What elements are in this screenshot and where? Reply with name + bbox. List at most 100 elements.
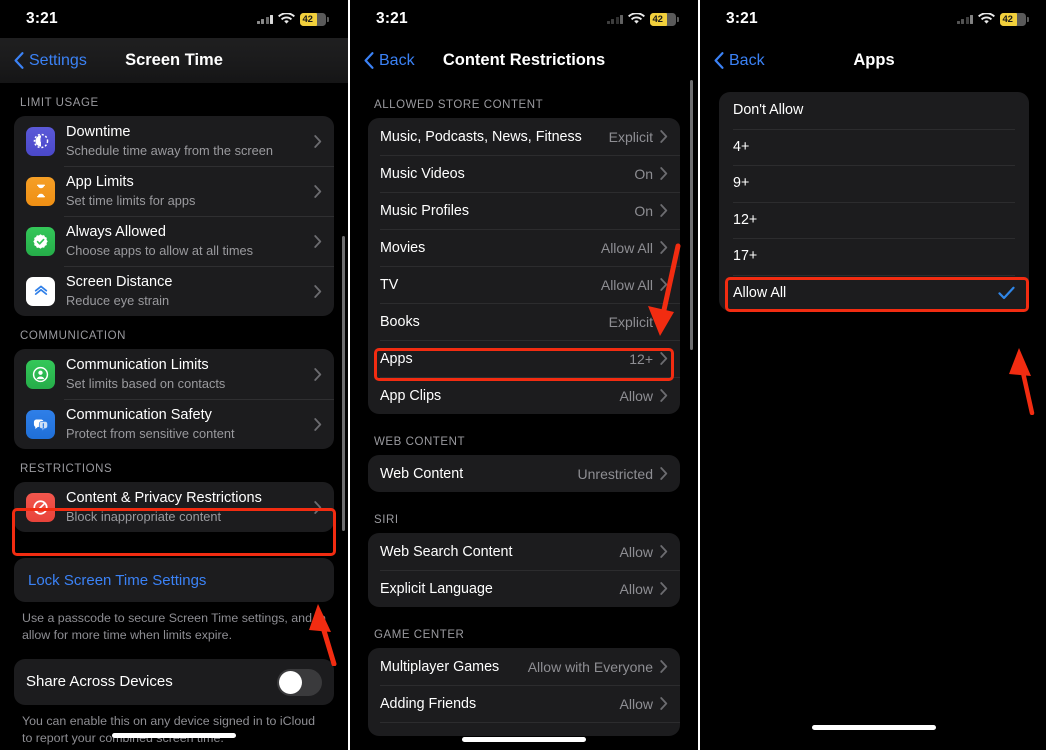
share-across-devices-toggle[interactable] (277, 668, 322, 696)
row-value: Allow (619, 543, 653, 560)
row-screen-distance[interactable]: Screen Distance Reduce eye strain (14, 266, 334, 316)
row-always-allowed[interactable]: Always Allowed Choose apps to allow at a… (14, 216, 334, 266)
chevron-right-icon (314, 367, 322, 381)
wifi-icon (278, 13, 295, 25)
scrollbar-panel1[interactable] (342, 236, 345, 531)
row-title: App Clips (380, 387, 442, 404)
battery-percent: 42 (1002, 13, 1013, 25)
chevron-right-icon (660, 278, 668, 291)
back-button-settings[interactable]: Settings (14, 52, 87, 70)
nav-bar-panel1: Settings Screen Time (0, 38, 348, 83)
chevron-right-icon (660, 352, 668, 365)
three-panel-screenshot-board: 3:21 42 Settings Screen Time LIMIT USAGE… (0, 0, 1046, 750)
row-title: Web Search Content (380, 543, 513, 560)
group-communication: Communication Limits Set limits based on… (14, 349, 334, 449)
section-header-siri: SIRI (374, 514, 399, 526)
option-dont-allow[interactable]: Don't Allow (719, 92, 1029, 129)
row-value: Allow (619, 695, 653, 712)
battery-percent: 42 (302, 13, 313, 25)
chevron-right-icon (314, 417, 322, 431)
status-bar-indicators: 42 (956, 12, 1029, 26)
row-music-videos[interactable]: Music Videos On (368, 155, 680, 192)
row-value: Explicit (608, 313, 653, 330)
row-web-content[interactable]: Web Content Unrestricted (368, 455, 680, 492)
back-button-label: Settings (29, 51, 87, 69)
option-4-plus[interactable]: 4+ (719, 128, 1029, 166)
row-adding-friends[interactable]: Adding Friends Allow (368, 685, 680, 722)
row-subtitle: Choose apps to allow at all times (66, 243, 254, 258)
row-communication-limits[interactable]: Communication Limits Set limits based on… (14, 349, 334, 399)
row-subtitle: Protect from sensitive content (66, 426, 235, 441)
row-music-podcasts-news-fitness[interactable]: Music, Podcasts, News, Fitness Explicit (368, 118, 680, 155)
row-music-profiles[interactable]: Music Profiles On (368, 192, 680, 229)
chevron-right-icon (660, 545, 668, 558)
back-button-panel2[interactable]: Back (364, 52, 415, 70)
communication-safety-icon (26, 409, 55, 439)
home-indicator (112, 733, 236, 738)
row-content-privacy-restrictions[interactable]: Content & Privacy Restrictions Block ina… (14, 482, 334, 532)
group-limit-usage: Downtime Schedule time away from the scr… (14, 116, 334, 316)
row-value: Allow (619, 580, 653, 597)
chevron-right-icon (660, 241, 668, 254)
content-restrictions-list: ALLOWED STORE CONTENT Music, Podcasts, N… (350, 83, 698, 736)
row-title: Web Content (380, 465, 464, 482)
back-button-panel3[interactable]: Back (714, 52, 765, 70)
row-communication-safety[interactable]: Communication Safety Protect from sensit… (14, 399, 334, 449)
communication-limits-icon (26, 359, 55, 389)
row-explicit-language[interactable]: Explicit Language Allow (368, 570, 680, 607)
row-title: Communication Limits (66, 357, 209, 373)
option-9-plus[interactable]: 9+ (719, 165, 1029, 202)
chevron-right-icon (660, 130, 668, 143)
row-partial-bottom[interactable] (368, 722, 680, 736)
wifi-icon (978, 13, 995, 25)
row-title: App Limits (66, 174, 134, 190)
row-value: 12+ (629, 350, 653, 367)
scrollbar-panel2[interactable] (690, 80, 693, 350)
screen-distance-icon (26, 276, 55, 306)
row-subtitle: Set time limits for apps (66, 193, 196, 208)
apps-rating-options: Don't Allow 4+ 9+ 12+ 17+ Allow All (700, 83, 1046, 311)
checkmark-icon (998, 286, 1015, 300)
row-movies[interactable]: Movies Allow All (368, 229, 680, 266)
row-books[interactable]: Books Explicit (368, 303, 680, 340)
group-share-across-devices: Share Across Devices (14, 659, 334, 705)
chevron-right-icon (660, 582, 668, 595)
section-header-allowed-store-content: ALLOWED STORE CONTENT (374, 99, 544, 111)
row-downtime[interactable]: Downtime Schedule time away from the scr… (14, 116, 334, 166)
option-17-plus[interactable]: 17+ (719, 238, 1029, 275)
row-web-search-content[interactable]: Web Search Content Allow (368, 533, 680, 570)
status-bar-time: 3:21 (726, 10, 758, 27)
share-across-devices-footnote: You can enable this on any device signed… (22, 714, 315, 745)
status-bar-indicators: 42 (256, 12, 329, 26)
row-title: Content & Privacy Restrictions (66, 490, 262, 506)
chevron-right-icon (660, 315, 668, 328)
row-share-across-devices[interactable]: Share Across Devices (14, 659, 334, 705)
row-value: On (634, 165, 653, 182)
row-title: TV (380, 276, 399, 293)
annotation-arrow-up-panel3 (1009, 348, 1035, 415)
option-allow-all[interactable]: Allow All (719, 274, 1029, 312)
row-app-limits[interactable]: App Limits Set time limits for apps (14, 166, 334, 216)
row-title: Books (380, 313, 420, 330)
panel-apps-rating: 3:21 42 Back Apps Don't Allow 4+ 9+ 12+ … (700, 0, 1046, 750)
row-value: Allow with Everyone (527, 658, 653, 675)
row-multiplayer-games[interactable]: Multiplayer Games Allow with Everyone (368, 648, 680, 685)
option-12-plus[interactable]: 12+ (719, 201, 1029, 239)
row-value: On (634, 202, 653, 219)
nav-bar-panel2: Back Content Restrictions (350, 38, 698, 83)
section-header-web-content: WEB CONTENT (374, 436, 466, 448)
group-restrictions: Content & Privacy Restrictions Block ina… (14, 482, 334, 532)
lock-screen-time-settings-button[interactable]: Lock Screen Time Settings (14, 558, 334, 602)
option-label: Allow All (733, 284, 787, 301)
chevron-right-icon (314, 234, 322, 248)
row-apps[interactable]: Apps 12+ (368, 340, 680, 377)
cellular-signal-icon (256, 14, 273, 24)
status-bar-indicators: 42 (606, 12, 679, 26)
chevron-right-icon (660, 389, 668, 402)
chevron-right-icon (660, 167, 668, 180)
section-header-limit-usage: LIMIT USAGE (20, 97, 99, 109)
row-tv[interactable]: TV Allow All (368, 266, 680, 303)
row-app-clips[interactable]: App Clips Allow (368, 377, 680, 414)
group-web-content: Web Content Unrestricted (368, 455, 680, 492)
home-indicator (462, 737, 586, 742)
